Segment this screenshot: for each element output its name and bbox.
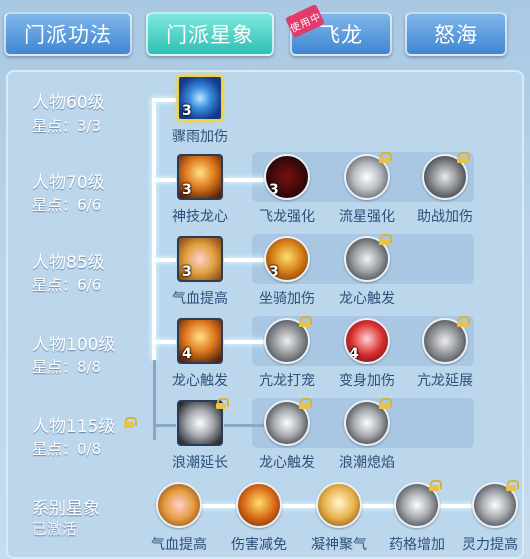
lock-icon	[379, 234, 392, 245]
skill-name: 助战加伤	[417, 209, 473, 225]
skill-name: 气血提高	[151, 537, 207, 553]
damage-reduce-icon[interactable]	[236, 482, 282, 528]
branch-100	[152, 340, 176, 344]
lock-icon	[457, 152, 470, 163]
skill-name: 龙心触发	[339, 291, 395, 307]
link-100	[224, 340, 268, 344]
branch-60	[152, 98, 176, 102]
tab-sect-skills[interactable]: 门派功法	[4, 12, 132, 56]
skill-name: 流星强化	[339, 209, 395, 225]
skill-count: 3	[269, 182, 279, 198]
link-70	[224, 178, 268, 182]
link-85	[224, 258, 268, 262]
skill-count: 3	[269, 264, 279, 280]
skill-count: 3	[182, 103, 192, 119]
skill-name: 亢龙打宠	[259, 373, 315, 389]
skill-count: 3	[182, 182, 192, 198]
skill-name: 伤害减免	[231, 537, 287, 553]
lock-icon	[506, 480, 519, 491]
trunk-line-dim	[153, 360, 156, 440]
star-points: 星点：0/8	[32, 440, 102, 458]
series-title: 系别星象	[32, 499, 100, 519]
branch-85	[152, 258, 176, 262]
star-points: 星点：3/3	[32, 117, 102, 135]
sect-star-screen: 门派功法 门派星象 使用中 飞龙 怒海 人物60级 星点：3/3 3 骤雨加伤 …	[0, 0, 530, 559]
skill-name: 灵力提高	[462, 537, 518, 553]
link-115	[224, 424, 268, 427]
star-points: 星点：6/6	[32, 276, 102, 294]
series-status: 已激活	[32, 520, 78, 538]
swirl-skill-icon[interactable]: 3	[177, 75, 223, 121]
skill-name: 气血提高	[172, 291, 228, 307]
heart-skill-icon[interactable]: 3	[177, 236, 223, 282]
skill-name: 变身加伤	[339, 373, 395, 389]
skill-count: 4	[182, 346, 192, 362]
tab-feilong[interactable]: 使用中 飞龙	[284, 3, 392, 56]
skill-count: 3	[182, 264, 192, 280]
lock-icon	[124, 417, 137, 428]
level-label: 人物100级	[32, 335, 116, 355]
lock-icon	[457, 316, 470, 327]
level-label: 人物85级	[32, 253, 105, 273]
level-label: 人物70级	[32, 173, 105, 193]
dragon-heart-skill-icon[interactable]: 4	[177, 318, 223, 364]
tab-label: 门派功法	[24, 23, 112, 47]
skill-name: 浪潮延长	[172, 455, 228, 471]
lock-icon	[379, 398, 392, 409]
tab-sect-stars[interactable]: 门派星象	[146, 12, 274, 56]
star-points: 星点：8/8	[32, 358, 102, 376]
trunk-line	[152, 98, 156, 360]
mount-icon[interactable]: 3	[264, 236, 310, 282]
skill-count: 4	[349, 346, 359, 362]
transform-icon[interactable]: 4	[344, 318, 390, 364]
level-label: 人物60级	[32, 93, 105, 113]
tab-label: 怒海	[434, 23, 478, 47]
skill-name: 骤雨加伤	[172, 129, 228, 145]
tab-label: 飞龙	[319, 23, 363, 47]
skill-name: 神技龙心	[172, 209, 228, 225]
lock-icon	[299, 316, 312, 327]
heart-series-icon[interactable]	[156, 482, 202, 528]
lock-icon	[379, 152, 392, 163]
tab-label: 门派星象	[166, 23, 254, 47]
lock-icon	[429, 480, 442, 491]
dragon-heart-skill-icon[interactable]: 3	[177, 154, 223, 200]
skill-name: 龙心触发	[259, 455, 315, 471]
skill-name: 药格增加	[389, 537, 445, 553]
lock-icon	[216, 398, 229, 409]
red-dragon-icon[interactable]: 3	[264, 154, 310, 200]
skill-name: 凝神聚气	[311, 537, 367, 553]
skill-name: 浪潮熄焰	[339, 455, 395, 471]
tab-nuhai[interactable]: 怒海	[405, 12, 507, 56]
branch-70	[152, 178, 176, 182]
level-label: 人物115级	[32, 417, 116, 437]
star-points: 星点：6/6	[32, 196, 102, 214]
skill-name: 龙心触发	[172, 373, 228, 389]
branch-115	[153, 424, 176, 427]
lock-icon	[299, 398, 312, 409]
skill-name: 飞龙强化	[259, 209, 315, 225]
skill-name: 亢龙延展	[417, 373, 473, 389]
focus-qi-icon[interactable]	[316, 482, 362, 528]
skill-name: 坐骑加伤	[259, 291, 315, 307]
